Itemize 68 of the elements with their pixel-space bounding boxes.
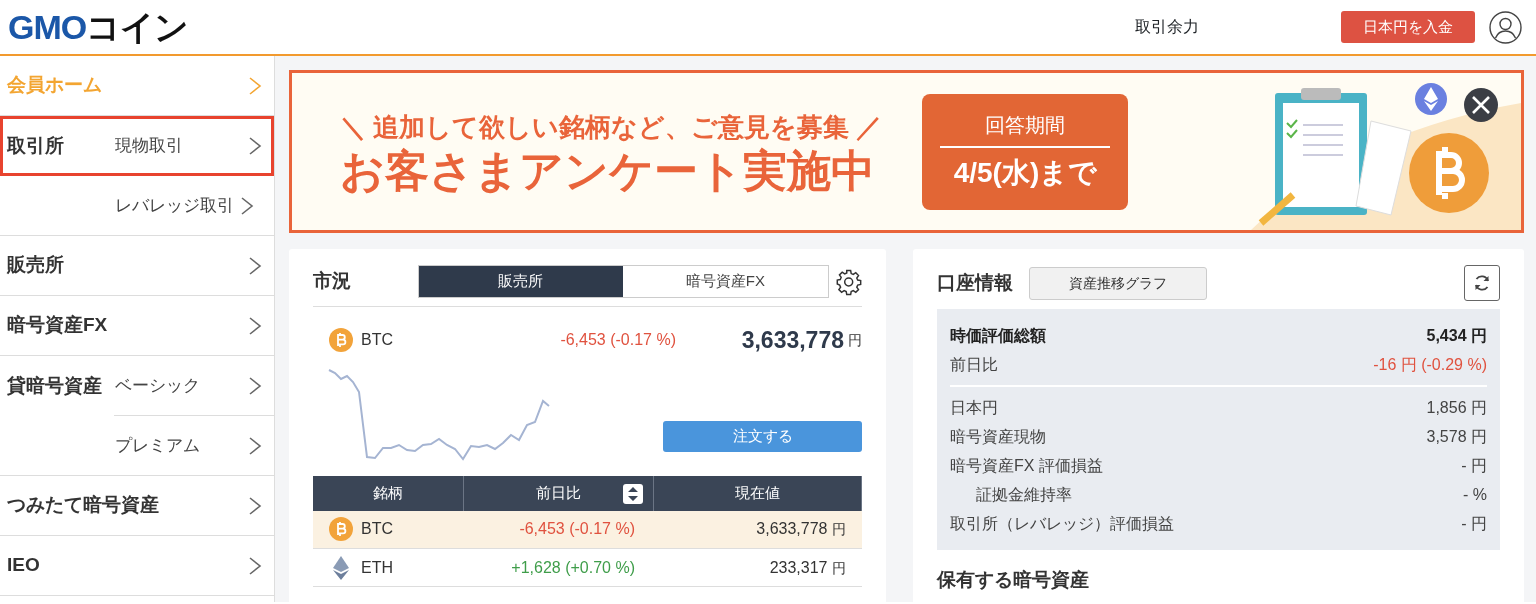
column-header: 現在値: [734, 483, 780, 501]
refresh-button[interactable]: [1464, 265, 1500, 301]
chevron-icon: [248, 315, 262, 336]
summary-label: 時価評価総額: [950, 326, 1046, 346]
summary-value: -16 円 (-0.29 %): [1373, 355, 1487, 375]
coin-symbol: ETH: [361, 557, 393, 578]
summary-value: 3,578 円: [1426, 427, 1487, 447]
sidebar-item[interactable]: つみたて暗号資産: [0, 491, 159, 520]
period-date: 4/5(水)まで: [953, 155, 1098, 190]
column-header: 前日比: [535, 483, 581, 501]
chevron-icon: [248, 255, 262, 276]
sidebar-item[interactable]: 暗号資産FX: [0, 311, 115, 340]
chevron-icon: [248, 376, 262, 396]
banner-headline: お客さまアンケート実施中: [340, 146, 876, 196]
asset-graph-button[interactable]: 資産推移グラフ: [1029, 266, 1207, 300]
sidebar-item[interactable]: IEO: [0, 551, 115, 580]
sidebar-subitem[interactable]: プレミアム: [115, 432, 200, 459]
current-price: 233,317: [769, 558, 828, 576]
sidebar-subitem[interactable]: 現物取引: [115, 133, 183, 159]
market-tab[interactable]: 販売所: [418, 266, 624, 297]
price-change: -6,453 (-0.17 %): [559, 330, 676, 351]
user-icon[interactable]: [1489, 10, 1522, 44]
sidebar-subitem[interactable]: ベーシック: [115, 373, 200, 399]
sidebar-subitem[interactable]: レバレッジ取引: [115, 192, 234, 219]
currency-unit: 円: [831, 521, 846, 538]
section-title: 保有する暗号資産: [937, 568, 1090, 592]
chevron-icon: [248, 75, 262, 96]
selected-row[interactable]: BTC -6,453 (-0.17 %) 3,633,778 円: [313, 510, 862, 549]
summary-label: 前日比: [950, 355, 998, 375]
coin-symbol: BTC: [361, 330, 394, 351]
summary-value: 5,434 円: [1426, 326, 1487, 346]
summary-label: 日本円: [950, 398, 998, 418]
section-title: 口座情報: [937, 270, 1013, 295]
summary-value: - 円: [1461, 456, 1487, 476]
column-header: 銘柄: [372, 483, 403, 501]
summary-value: - %: [1463, 485, 1487, 505]
period-label: 回答期間: [940, 109, 1111, 148]
summary-value: - 円: [1461, 514, 1487, 534]
current-price: 3,633,778: [741, 326, 844, 355]
banner-tagline: ＼ 追加して欲しい銘柄など、ご意見を募集 ／: [340, 110, 883, 144]
chevron-icon: [248, 435, 262, 456]
summary-value: 1,856 円: [1426, 398, 1487, 418]
sidebar-group-label: 取引所: [6, 133, 65, 158]
currency-unit: 円: [848, 330, 862, 350]
sidebar-item[interactable]: 販売所: [0, 251, 115, 280]
summary-label: 証拠金維持率: [975, 485, 1072, 505]
bitcoin-icon: [329, 328, 353, 353]
price-change: -6,453 (-0.17 %): [519, 520, 635, 538]
logo[interactable]: GMOコイン: [8, 10, 189, 44]
bitcoin-icon: [329, 517, 353, 542]
section-title: 市況: [313, 269, 352, 294]
chevron-icon: [240, 195, 254, 216]
summary-label: 暗号資産FX 評価損益: [950, 456, 1103, 476]
summary-label: 暗号資産現物: [950, 427, 1046, 447]
sidebar-group-label: 貸暗号資産: [6, 373, 103, 398]
chevron-icon: [248, 555, 262, 576]
chevron-icon: [248, 136, 262, 156]
deposit-button[interactable]: 日本円を入金: [1341, 10, 1475, 44]
summary-label: 取引所（レバレッジ）評価損益: [950, 514, 1174, 534]
price-change: +1,628 (+0.70 %): [511, 558, 635, 576]
refresh-icon: [1472, 273, 1492, 293]
balance-link[interactable]: 取引余力: [1135, 15, 1199, 39]
settings-icon[interactable]: [834, 267, 862, 296]
currency-unit: 円: [831, 559, 846, 576]
coin-symbol: BTC: [361, 519, 393, 540]
current-price: 3,633,778: [756, 520, 828, 538]
sort-icon[interactable]: [622, 483, 643, 504]
chevron-icon: [248, 495, 262, 516]
